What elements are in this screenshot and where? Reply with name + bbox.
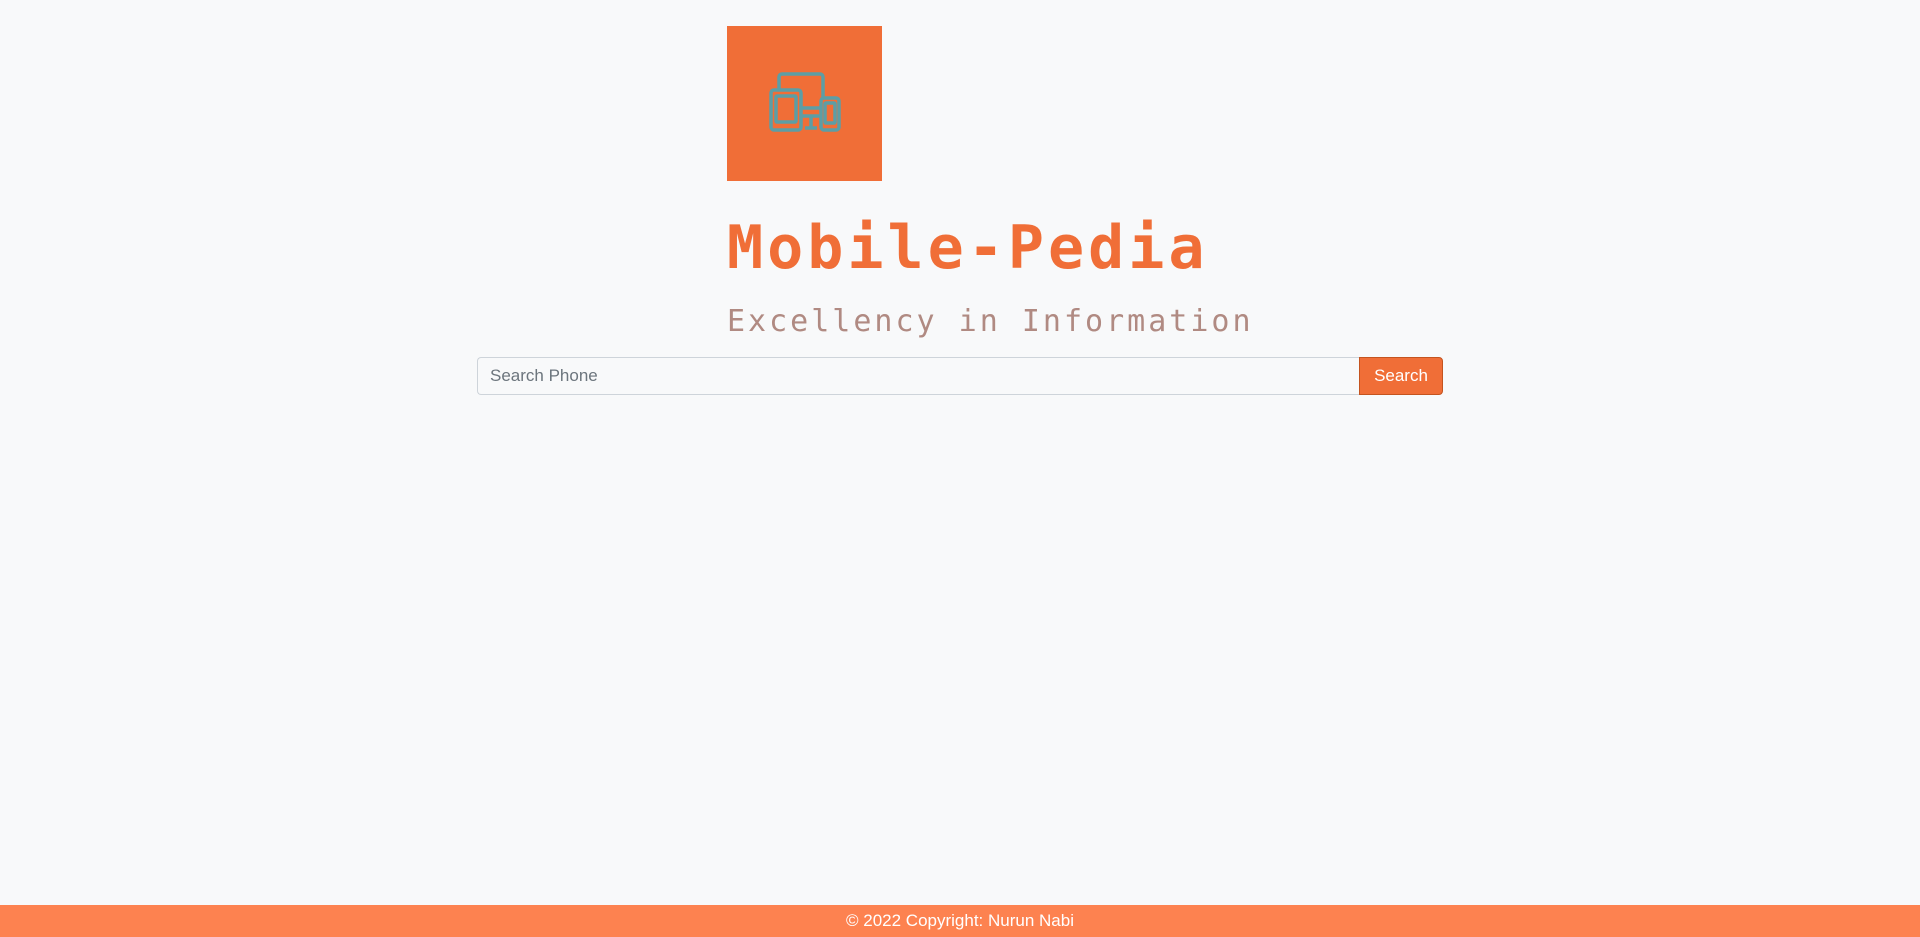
search-button[interactable]: Search [1359,357,1443,395]
search-input[interactable] [477,357,1359,395]
copyright-text: © 2022 Copyright: Nurun Nabi [846,911,1074,930]
site-logo [727,26,882,181]
search-bar: Search [477,357,1443,395]
page: Mobile-Pedia Excellency in Information S… [0,0,1920,937]
site-subtitle: Excellency in Information [727,304,1254,339]
devices-icon [768,71,841,132]
site-title: Mobile-Pedia [727,213,1209,283]
footer: © 2022 Copyright: Nurun Nabi [0,905,1920,937]
